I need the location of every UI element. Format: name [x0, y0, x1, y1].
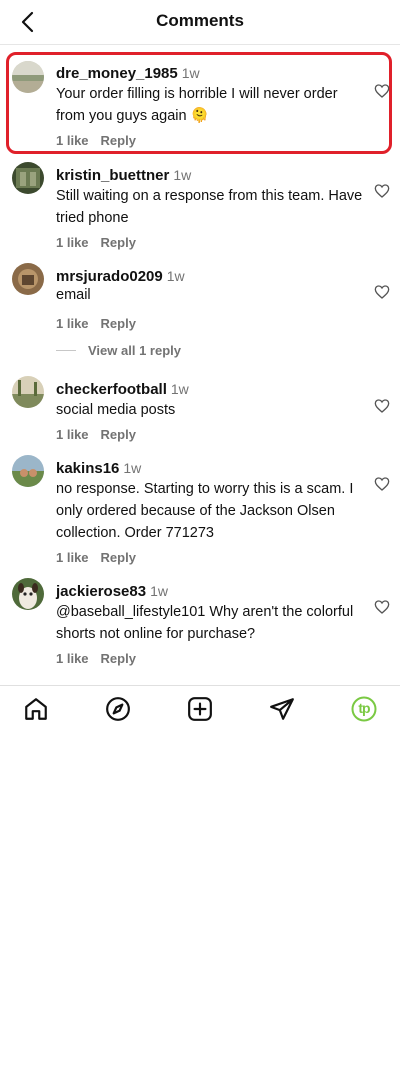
avatar[interactable]	[12, 162, 44, 194]
comment-text: email	[56, 287, 91, 303]
comment-time: 1w	[123, 460, 142, 476]
comment-username[interactable]: kakins16	[56, 460, 119, 477]
comment-username[interactable]: mrsjurado0209	[56, 268, 163, 285]
like-count[interactable]: 1 like	[56, 316, 89, 331]
comment-time: 1w	[173, 167, 192, 183]
profile-icon[interactable]: tp	[351, 696, 377, 722]
create-icon[interactable]	[187, 696, 213, 722]
comment-username[interactable]: kristin_buettner	[56, 167, 169, 184]
header: Comments	[0, 0, 400, 45]
profile-initials: tp	[358, 700, 370, 716]
reply-button[interactable]: Reply	[101, 316, 136, 331]
comment-username[interactable]: checkerfootball	[56, 381, 167, 398]
direct-icon[interactable]	[269, 696, 295, 722]
heart-icon[interactable]	[374, 599, 390, 615]
view-replies-label: View all 1 reply	[88, 343, 181, 358]
home-icon[interactable]	[23, 696, 49, 722]
view-replies-button[interactable]: View all 1 reply	[56, 343, 181, 358]
comment-text: Still waiting on a response from this te…	[56, 188, 363, 226]
page-title: Comments	[156, 11, 244, 30]
avatar[interactable]	[12, 263, 44, 295]
comment-text: Your order filling is horrible I will ne…	[56, 86, 338, 124]
heart-icon[interactable]	[374, 183, 390, 199]
like-count[interactable]: 1 like	[56, 427, 89, 442]
divider	[56, 350, 76, 351]
reply-button[interactable]: Reply	[101, 427, 136, 442]
comment-username[interactable]: jackierose83	[56, 583, 146, 600]
reply-button[interactable]: Reply	[101, 235, 136, 250]
bottom-nav: tp	[0, 685, 400, 732]
comment-text: @baseball_lifestyle101 Why aren't the co…	[56, 604, 354, 642]
like-count[interactable]: 1 like	[56, 133, 89, 148]
explore-icon[interactable]	[105, 696, 131, 722]
comment-time: 1w	[150, 583, 168, 599]
comment-text: social media posts	[56, 402, 176, 418]
reply-button[interactable]: Reply	[101, 651, 136, 666]
like-count[interactable]: 1 like	[56, 235, 89, 250]
avatar[interactable]	[12, 455, 44, 487]
comment-time: 1w	[166, 268, 185, 284]
comment-time: 1w	[170, 381, 189, 397]
comment-text: no response. Starting to worry this is a…	[56, 481, 354, 541]
avatar[interactable]	[12, 578, 44, 610]
avatar[interactable]	[12, 61, 44, 93]
reply-button[interactable]: Reply	[101, 133, 136, 148]
heart-icon[interactable]	[374, 83, 390, 99]
comment-time: 1w	[181, 65, 200, 81]
like-count[interactable]: 1 like	[56, 550, 89, 565]
like-count[interactable]: 1 like	[56, 651, 89, 666]
comment-username[interactable]: dre_money_1985	[56, 65, 178, 82]
avatar[interactable]	[12, 376, 44, 408]
reply-button[interactable]: Reply	[101, 550, 136, 565]
heart-icon[interactable]	[374, 284, 390, 300]
heart-icon[interactable]	[374, 476, 390, 492]
heart-icon[interactable]	[374, 398, 390, 414]
